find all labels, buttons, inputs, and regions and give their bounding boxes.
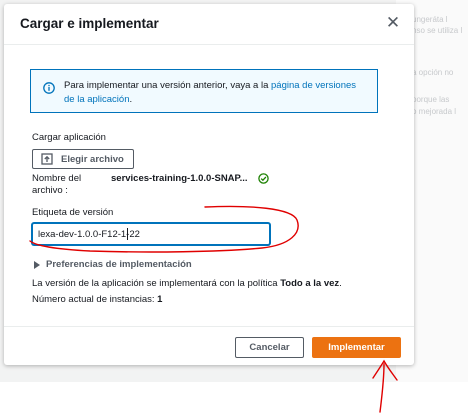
check-circle-icon (258, 173, 269, 184)
dialog-title: Cargar e implementar (20, 16, 159, 31)
choose-file-button[interactable]: Elegir archivo (32, 149, 134, 169)
dialog-footer-divider (4, 326, 414, 327)
text-caret (127, 228, 128, 240)
alert-text: Para implementar una versión anterior, v… (64, 79, 369, 107)
deployment-policy-text: La versión de la aplicación se implement… (32, 278, 342, 289)
policy-text-prefix: La versión de la aplicación se implement… (32, 278, 281, 289)
deploy-button[interactable]: Implementar (312, 337, 401, 358)
alert-text-prefix: Para implementar una versión anterior, v… (64, 80, 271, 91)
file-name-label-line2: archivo : (32, 185, 68, 196)
alert-text-suffix: . (129, 94, 133, 105)
background-text: o mejorada l (412, 107, 457, 116)
file-name-label-line1: Nombre del (32, 173, 82, 184)
close-icon[interactable]: ✕ (384, 14, 402, 32)
upload-section-label: Cargar aplicación (32, 132, 106, 143)
instance-count-text: Número actual de instancias: 1 (32, 294, 162, 305)
policy-text-suffix: . (339, 278, 342, 289)
background-text: porque las (412, 95, 450, 104)
version-label-input[interactable] (32, 223, 270, 245)
version-label: Etiqueta de versión (32, 207, 114, 218)
cancel-button[interactable]: Cancelar (235, 337, 304, 358)
background-text: a opción no (412, 68, 454, 77)
preferences-label: Preferencias de implementación (46, 259, 192, 270)
info-alert: Para implementar una versión anterior, v… (30, 69, 378, 113)
choose-file-label: Elegir archivo (61, 153, 124, 165)
file-name-value: services-training-1.0.0-SNAP... (111, 173, 248, 184)
dialog-header: Cargar e implementar ✕ (4, 4, 414, 45)
deployment-preferences-toggle[interactable]: Preferencias de implementación (34, 259, 192, 270)
caret-right-icon (34, 260, 40, 269)
policy-name: Todo a la vez (280, 278, 340, 289)
background-text: nso se utiliza l (412, 26, 463, 35)
upload-icon (41, 153, 53, 165)
instances-count: 1 (157, 294, 163, 305)
instances-label: Número actual de instancias: (32, 294, 158, 305)
info-icon (43, 82, 55, 94)
page-bottom (0, 382, 468, 417)
upload-deploy-dialog: Cargar e implementar ✕ Para implementar … (4, 4, 414, 365)
background-text: ungeráta l (412, 15, 448, 24)
